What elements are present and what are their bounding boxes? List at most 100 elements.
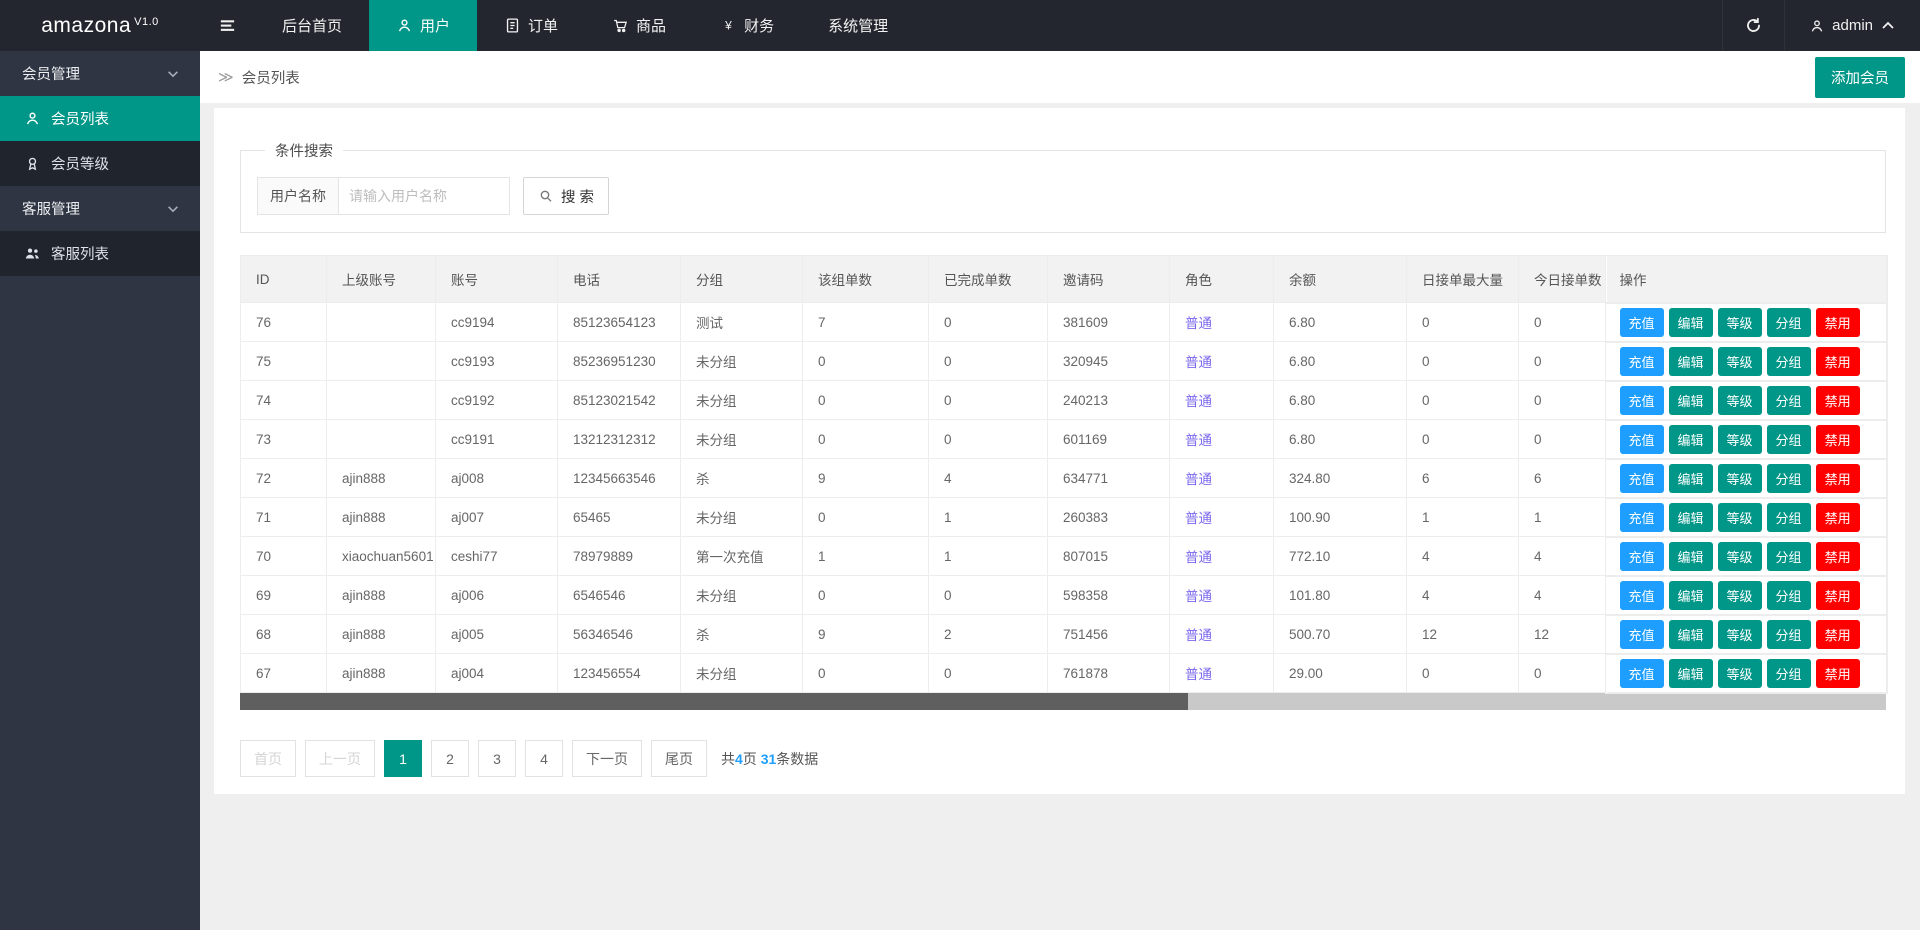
action-group-button[interactable]: 分组 [1767,542,1811,571]
sidebar-item-会员列表[interactable]: 会员列表 [0,96,200,141]
action-recharge-button[interactable]: 充值 [1620,425,1664,454]
action-level-button[interactable]: 等级 [1718,386,1762,415]
horizontal-scrollbar-thumb[interactable] [240,693,1188,710]
action-disable-button[interactable]: 禁用 [1816,386,1860,415]
action-recharge-button[interactable]: 充值 [1620,464,1664,493]
cell-completed: 0 [929,576,1048,615]
action-group-button[interactable]: 分组 [1767,308,1811,337]
action-group-button[interactable]: 分组 [1767,425,1811,454]
action-disable-button[interactable]: 禁用 [1816,542,1860,571]
action-level-button[interactable]: 等级 [1718,620,1762,649]
action-group-button[interactable]: 分组 [1767,386,1811,415]
action-group-button[interactable]: 分组 [1767,620,1811,649]
action-edit-button[interactable]: 编辑 [1669,386,1713,415]
action-level-button[interactable]: 等级 [1718,464,1762,493]
user-menu[interactable]: admin [1784,0,1920,51]
action-level-button[interactable]: 等级 [1718,347,1762,376]
page-number-4[interactable]: 4 [525,740,563,777]
action-level-button[interactable]: 等级 [1718,542,1762,571]
action-edit-button[interactable]: 编辑 [1669,347,1713,376]
role-link[interactable]: 普通 [1185,628,1212,643]
sidebar-item-客服列表[interactable]: 客服列表 [0,231,200,276]
action-edit-button[interactable]: 编辑 [1669,620,1713,649]
action-level-button[interactable]: 等级 [1718,581,1762,610]
action-level-button[interactable]: 等级 [1718,425,1762,454]
cell-role: 普通 [1170,381,1274,420]
action-disable-button[interactable]: 禁用 [1816,503,1860,532]
role-link[interactable]: 普通 [1185,355,1212,370]
nav-item-订单[interactable]: 订单 [477,0,585,51]
sidebar-item-会员等级[interactable]: 会员等级 [0,141,200,186]
hamburger-icon[interactable] [200,0,255,51]
cell-phone: 6546546 [558,576,681,615]
add-member-button[interactable]: 添加会员 [1815,57,1905,98]
page-number-3[interactable]: 3 [478,740,516,777]
action-disable-button[interactable]: 禁用 [1816,659,1860,688]
page-last-button[interactable]: 尾页 [651,740,707,777]
action-disable-button[interactable]: 禁用 [1816,620,1860,649]
role-link[interactable]: 普通 [1185,472,1212,487]
nav-item-财务[interactable]: ¥财务 [693,0,801,51]
role-link[interactable]: 普通 [1185,550,1212,565]
action-edit-button[interactable]: 编辑 [1669,659,1713,688]
username-input[interactable] [338,177,510,215]
action-recharge-button[interactable]: 充值 [1620,659,1664,688]
nav-item-用户[interactable]: 用户 [369,0,477,51]
action-group-button[interactable]: 分组 [1767,503,1811,532]
table-body: 76cc919485123654123测试70381609普通6.8000充值编… [241,303,1887,693]
action-level-button[interactable]: 等级 [1718,659,1762,688]
search-button[interactable]: 搜 索 [523,177,609,215]
page-number-2[interactable]: 2 [431,740,469,777]
action-level-button[interactable]: 等级 [1718,503,1762,532]
action-recharge-button[interactable]: 充值 [1620,308,1664,337]
breadcrumb: ≫ 会员列表 [218,67,300,88]
action-disable-button[interactable]: 禁用 [1816,581,1860,610]
role-link[interactable]: 普通 [1185,433,1212,448]
cell-invite: 751456 [1048,615,1170,654]
action-edit-button[interactable]: 编辑 [1669,308,1713,337]
action-disable-button[interactable]: 禁用 [1816,425,1860,454]
column-header-操作: 操作 [1606,256,1887,303]
horizontal-scrollbar[interactable] [240,693,1886,710]
role-link[interactable]: 普通 [1185,511,1212,526]
action-group-button[interactable]: 分组 [1767,659,1811,688]
action-recharge-button[interactable]: 充值 [1620,503,1664,532]
action-edit-button[interactable]: 编辑 [1669,542,1713,571]
action-recharge-button[interactable]: 充值 [1620,347,1664,376]
role-link[interactable]: 普通 [1185,394,1212,409]
action-recharge-button[interactable]: 充值 [1620,581,1664,610]
nav-item-系统管理[interactable]: 系统管理 [801,0,915,51]
cell-actions: 充值编辑等级分组禁用 [1606,498,1887,537]
role-link[interactable]: 普通 [1185,316,1212,331]
nav-item-商品[interactable]: 商品 [585,0,693,51]
page-number-1[interactable]: 1 [384,740,422,777]
role-link[interactable]: 普通 [1185,667,1212,682]
action-disable-button[interactable]: 禁用 [1816,347,1860,376]
cell-actions: 充值编辑等级分组禁用 [1606,654,1887,693]
action-edit-button[interactable]: 编辑 [1669,581,1713,610]
action-recharge-button[interactable]: 充值 [1620,386,1664,415]
role-link[interactable]: 普通 [1185,589,1212,604]
action-disable-button[interactable]: 禁用 [1816,464,1860,493]
sidebar-group-会员管理[interactable]: 会员管理 [0,51,200,96]
action-group-button[interactable]: 分组 [1767,464,1811,493]
action-level-button[interactable]: 等级 [1718,308,1762,337]
page-first-button[interactable]: 首页 [240,740,296,777]
cell-account: cc9193 [436,342,558,381]
page-next-button[interactable]: 下一页 [572,740,642,777]
action-group-button[interactable]: 分组 [1767,581,1811,610]
refresh-icon[interactable] [1722,0,1784,51]
nav-item-后台首页[interactable]: 后台首页 [255,0,369,51]
action-disable-button[interactable]: 禁用 [1816,308,1860,337]
sidebar-group-客服管理[interactable]: 客服管理 [0,186,200,231]
action-recharge-button[interactable]: 充值 [1620,542,1664,571]
page-prev-button[interactable]: 上一页 [305,740,375,777]
cell-phone: 85123021542 [558,381,681,420]
action-edit-button[interactable]: 编辑 [1669,425,1713,454]
action-recharge-button[interactable]: 充值 [1620,620,1664,649]
cell-parent: ajin888 [327,615,436,654]
action-edit-button[interactable]: 编辑 [1669,464,1713,493]
cart-icon [612,17,629,34]
action-group-button[interactable]: 分组 [1767,347,1811,376]
action-edit-button[interactable]: 编辑 [1669,503,1713,532]
